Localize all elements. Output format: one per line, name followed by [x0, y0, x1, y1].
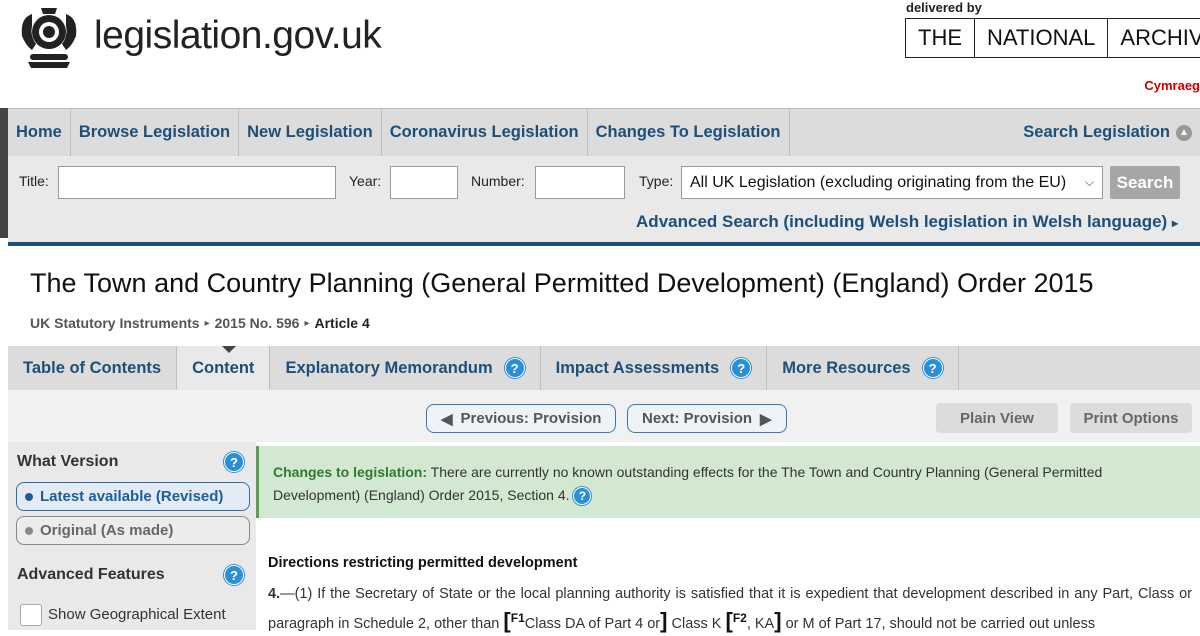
tab-impact-assessments[interactable]: Impact Assessments? — [541, 346, 768, 390]
footnote-f1[interactable]: F1 — [511, 611, 525, 625]
nav-search-legislation[interactable]: Search Legislation ▲ — [1015, 109, 1200, 157]
amended-text: , KA — [746, 615, 775, 632]
search-button[interactable]: Search — [1110, 166, 1180, 199]
breadcrumb-current: Article 4 — [314, 315, 370, 331]
archives-word-3: ARCHIVES — [1120, 25, 1200, 50]
nav-home[interactable]: Home — [8, 108, 71, 157]
tab-label: Table of Contents — [23, 358, 162, 377]
help-icon[interactable]: ? — [731, 358, 752, 378]
latest-version-label: Latest available (Revised) — [40, 488, 224, 505]
advanced-search-label: Advanced Search (including Welsh legisla… — [636, 212, 1168, 231]
section-title: Directions restricting permitted develop… — [268, 555, 578, 571]
archives-word-2: NATIONAL — [975, 19, 1109, 57]
tab-label: Impact Assessments — [555, 358, 720, 377]
what-version-heading: What Version — [17, 453, 119, 470]
paragraph-text: or M of Part 17, should not be carried o… — [781, 615, 1096, 632]
previous-label: Previous: Provision — [460, 410, 602, 427]
help-icon[interactable]: ? — [573, 487, 592, 506]
changes-notice: Changes to legislation: There are curren… — [256, 446, 1200, 518]
cymraeg-link[interactable]: Cymraeg — [1144, 78, 1200, 93]
type-selected-value: All UK Legislation (excluding originatin… — [690, 173, 1067, 191]
breadcrumb-item[interactable]: UK Statutory Instruments — [30, 315, 200, 331]
advanced-features-heading: Advanced Features — [17, 566, 165, 583]
footnote-f2[interactable]: F2 — [733, 611, 747, 625]
advanced-search-link[interactable]: Advanced Search (including Welsh legisla… — [636, 212, 1178, 232]
bullet-icon — [25, 526, 33, 535]
search-legislation-label: Search Legislation — [1023, 123, 1170, 141]
number-label: Number: — [471, 173, 525, 189]
nav-coronavirus-legislation[interactable]: Coronavirus Legislation — [382, 108, 588, 157]
active-tab-pointer-icon — [222, 346, 236, 353]
amended-text: Class DA of Part 4 or — [524, 615, 661, 632]
previous-provision-button[interactable]: ◀ Previous: Provision — [426, 404, 617, 433]
plain-view-button[interactable]: Plain View — [936, 403, 1058, 433]
royal-coat-of-arms-icon[interactable] — [8, 2, 90, 72]
breadcrumb-item[interactable]: 2015 No. 596 — [215, 315, 300, 331]
help-icon[interactable]: ? — [224, 452, 244, 472]
tab-label: Explanatory Memorandum — [285, 358, 493, 377]
nav-browse-legislation[interactable]: Browse Legislation — [71, 108, 240, 157]
title-label: Title: — [19, 173, 49, 189]
title-input[interactable] — [58, 166, 336, 199]
breadcrumb-arrow-icon: ▸ — [204, 317, 210, 329]
page-title: The Town and Country Planning (General P… — [30, 268, 1094, 298]
year-input[interactable] — [390, 166, 458, 199]
tab-label: More Resources — [782, 358, 911, 377]
original-version-label: Original (As made) — [40, 522, 174, 539]
help-icon[interactable]: ? — [504, 358, 525, 378]
search-panel: Title: Year: Number: Type: All UK Legisl… — [8, 156, 1200, 242]
triangle-right-icon: ▶ — [760, 410, 772, 428]
national-archives-logo[interactable]: THE NATIONAL ARCHIVES — [905, 18, 1200, 58]
year-label: Year: — [349, 173, 382, 189]
tab-explanatory-memorandum[interactable]: Explanatory Memorandum? — [270, 346, 541, 390]
chevron-right-icon: ▸ — [1171, 216, 1178, 230]
bullet-icon — [25, 492, 33, 501]
original-version-button[interactable]: Original (As made) — [16, 516, 250, 545]
print-options-button[interactable]: Print Options — [1070, 403, 1192, 433]
provision-text: 4.—(1) If the Secretary of State or the … — [268, 582, 1192, 636]
bracket-open-icon: [ — [503, 607, 511, 633]
tab-more-resources[interactable]: More Resources? — [767, 346, 959, 390]
triangle-left-icon: ◀ — [441, 410, 453, 428]
nav-changes-to-legislation[interactable]: Changes To Legislation — [588, 108, 790, 157]
latest-version-button[interactable]: Latest available (Revised) — [16, 482, 250, 511]
next-label: Next: Provision — [642, 410, 753, 427]
help-icon[interactable]: ? — [224, 565, 244, 585]
site-header: legislation.gov.uk delivered by THE NATI… — [0, 0, 1200, 108]
bracket-open-icon: [ — [725, 607, 733, 633]
type-label: Type: — [639, 173, 674, 189]
main-nav: Home Browse Legislation New Legislation … — [8, 108, 1200, 157]
content-tabs: Table of Contents Content Explanatory Me… — [8, 346, 1200, 390]
archives-word-1: THE — [906, 19, 975, 57]
chevron-down-icon: ⌵ — [1084, 175, 1094, 189]
nav-new-legislation[interactable]: New Legislation — [239, 108, 382, 157]
left-edge-bar — [0, 108, 8, 238]
paragraph-text: Class K — [667, 615, 726, 632]
breadcrumb-arrow-icon: ▸ — [304, 317, 310, 329]
type-select[interactable]: All UK Legislation (excluding originatin… — [681, 166, 1103, 199]
number-input[interactable] — [535, 166, 625, 199]
geographical-extent-label: Show Geographical Extent — [48, 606, 226, 623]
chevron-up-icon: ▲ — [1176, 124, 1192, 141]
delivered-by-label: delivered by — [906, 0, 982, 15]
help-icon[interactable]: ? — [922, 358, 943, 378]
next-provision-button[interactable]: Next: Provision ▶ — [627, 404, 787, 433]
tab-table-of-contents[interactable]: Table of Contents — [8, 346, 178, 390]
paragraph-number: 4. — [268, 586, 281, 602]
changes-notice-label: Changes to legislation: — [273, 464, 428, 480]
provision-pager: ◀ Previous: Provision Next: Provision ▶ … — [8, 390, 1200, 442]
geographical-extent-checkbox[interactable] — [20, 604, 42, 626]
breadcrumb: UK Statutory Instruments ▸ 2015 No. 596 … — [30, 315, 370, 331]
site-name[interactable]: legislation.gov.uk — [94, 14, 382, 58]
sidebar: What Version ? Latest available (Revised… — [8, 442, 256, 630]
title-rule — [8, 242, 1200, 246]
bracket-close-icon: ] — [774, 607, 782, 633]
tab-label: Content — [192, 358, 255, 377]
